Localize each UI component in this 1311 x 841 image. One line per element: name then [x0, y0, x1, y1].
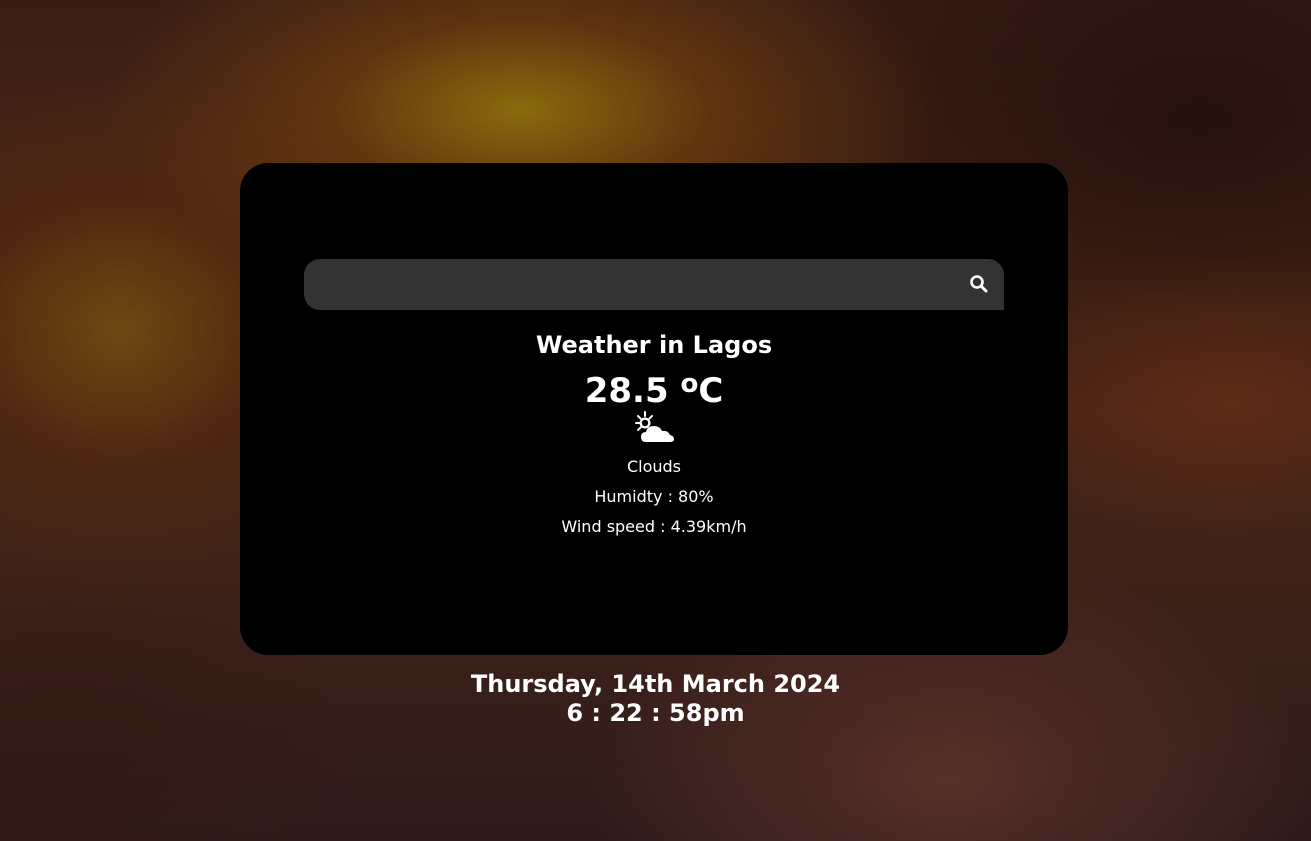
temperature: 28.5 oC — [240, 363, 1068, 412]
weather-info: Weather in Lagos 28.5 oC Clouds Humidty … — [240, 327, 1068, 542]
search-icon — [970, 275, 988, 293]
date-text: Thursday, 14th March 2024 — [470, 670, 841, 698]
temperature-value: 28.5 — [584, 371, 669, 411]
humidity-text: Humidty : 80% — [594, 487, 714, 506]
weather-description: Clouds — [626, 457, 682, 476]
city-title: Weather in Lagos — [535, 331, 773, 359]
time-text: 6 : 22 : 58pm — [566, 699, 745, 727]
temperature-unit: C — [698, 371, 724, 411]
degree-symbol: o — [680, 369, 699, 399]
datetime: Thursday, 14th March 2024 6 : 22 : 58pm — [0, 670, 1311, 728]
search-input[interactable] — [304, 259, 944, 310]
search-bar — [304, 259, 1004, 310]
weather-card: Weather in Lagos 28.5 oC Clouds Humidty … — [240, 163, 1068, 655]
partly-cloudy-icon — [635, 411, 674, 442]
search-button[interactable] — [968, 273, 990, 295]
weather-icon-container — [240, 410, 1068, 446]
wind-speed-text: Wind speed : 4.39km/h — [561, 517, 747, 536]
